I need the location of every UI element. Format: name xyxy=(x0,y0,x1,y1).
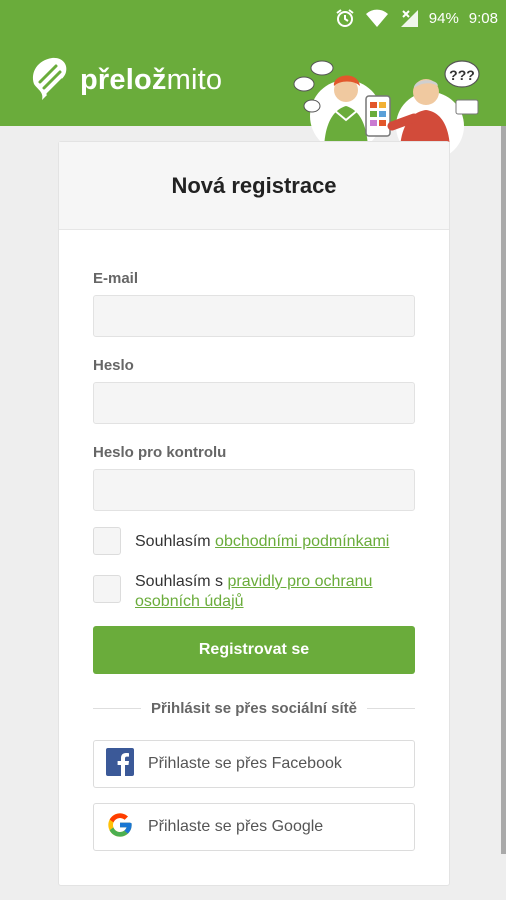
svg-text:???: ??? xyxy=(449,67,475,83)
card-header: Nová registrace xyxy=(59,142,449,230)
google-button-label: Přihlaste se přes Google xyxy=(148,818,324,835)
divider-line-left xyxy=(93,707,142,709)
facebook-icon xyxy=(106,747,134,781)
email-label: E-mail xyxy=(93,270,139,287)
password-field[interactable] xyxy=(93,382,415,424)
terms-text: Souhlasím obchodními podmínkami xyxy=(135,533,390,550)
password-confirm-field[interactable] xyxy=(93,469,415,511)
logo: přeložmito xyxy=(28,54,222,107)
status-bar: 94% 9:08 xyxy=(0,0,506,36)
registration-card: Nová registrace E-mail Heslo Heslo pro k… xyxy=(58,141,450,886)
logo-icon xyxy=(28,54,70,107)
google-login-button[interactable]: Přihlaste se přes Google xyxy=(93,803,415,851)
wifi-icon xyxy=(365,8,389,28)
logo-text: přeložmito xyxy=(80,64,223,96)
app-header: přeložmito ??? xyxy=(0,36,506,160)
register-button[interactable]: Registrovat se xyxy=(93,626,415,674)
signal-icon xyxy=(399,8,419,28)
social-divider: Přihlásit se přes sociální sítě xyxy=(93,698,415,718)
page-title: Nová registrace xyxy=(171,172,337,198)
clock: 9:08 xyxy=(468,9,498,27)
password-label: Heslo xyxy=(93,357,134,374)
scrollbar[interactable] xyxy=(501,126,506,854)
facebook-button-label: Přihlaste se přes Facebook xyxy=(148,755,342,772)
password-confirm-label: Heslo pro kontrolu xyxy=(93,444,227,461)
alarm-icon xyxy=(335,8,355,28)
divider-line-right xyxy=(366,707,415,709)
battery-percent: 94% xyxy=(428,9,459,27)
social-divider-text: Přihlásit se přes sociální sítě xyxy=(151,699,357,717)
google-icon xyxy=(106,811,134,844)
status-icons: 94% 9:08 xyxy=(335,0,498,36)
terms-checkbox[interactable] xyxy=(93,527,121,555)
privacy-text: Souhlasím s pravidly pro ochranu osobníc… xyxy=(135,573,373,610)
privacy-checkbox[interactable] xyxy=(93,575,121,603)
facebook-login-button[interactable]: Přihlaste se přes Facebook xyxy=(93,740,415,788)
email-field[interactable] xyxy=(93,295,415,337)
terms-link[interactable]: obchodními podmínkami xyxy=(215,533,389,550)
